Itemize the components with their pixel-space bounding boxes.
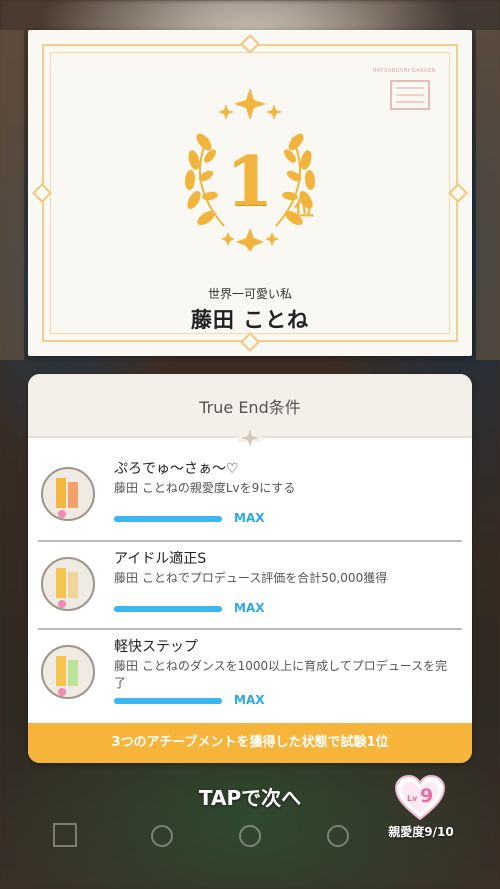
medal-icon [41, 557, 95, 611]
panel-title: True End条件 [199, 398, 301, 417]
achievement-item[interactable]: ぷろでゅ～さぁ～♡ 藤田 ことねの親愛度Lvを9にする MAX [38, 450, 462, 540]
achievement-description: 藤田 ことねのダンスを1000以上に育成してプロデュースを完了 [114, 659, 448, 690]
certificate-subtitle: 世界一可愛い私 [207, 287, 292, 301]
progress-fill [114, 516, 222, 522]
stamp-icon [390, 80, 430, 110]
progress-bar [114, 606, 222, 612]
progress-status: MAX [234, 693, 265, 707]
idol-name: 藤田 ことね [190, 308, 310, 332]
clear-condition-banner: 3つのアチーブメントを獲得した状態で試験1位 [28, 723, 472, 763]
achievement-item[interactable]: 軽快ステップ 藤田 ことねのダンスを1000以上に育成してプロデュースを完了 M… [38, 628, 462, 718]
true-end-conditions-panel: True End条件 ぷろでゅ～さぁ～♡ 藤田 ことねの親愛度Lvを9にする M… [28, 374, 472, 763]
affinity-indicator[interactable]: Lv 9 親愛度9/10 [380, 775, 462, 841]
medal-icon [41, 467, 95, 521]
affinity-lv-prefix: Lv [407, 794, 418, 803]
achievement-title: ぷろでゅ～さぁ～♡ [114, 461, 239, 477]
progress-status: MAX [234, 601, 265, 615]
achievement-description: 藤田 ことねでプロデュース評価を合計50,000獲得 [114, 571, 388, 585]
progress-bar [114, 516, 222, 522]
affinity-level: 9 [420, 785, 434, 807]
progress-status: MAX [234, 511, 265, 525]
achievement-title: 軽快ステップ [114, 639, 198, 655]
stamp-text: HATSUBOSHI GAKUEN [372, 68, 436, 74]
progress-fill [114, 606, 222, 612]
result-certificate: HATSUBOSHI GAKUEN 1 位 世界一可愛い私 藤田 ことね [28, 30, 472, 356]
sparkle-icon [238, 429, 262, 447]
rank-suffix: 位 [294, 196, 314, 220]
affinity-label: 親愛度9/10 [388, 825, 454, 839]
background-shelf [476, 30, 500, 360]
progress-bar [114, 698, 222, 704]
background-shelf [0, 30, 24, 360]
progress-fill [114, 698, 222, 704]
achievement-title: アイドル適正S [114, 551, 207, 567]
rank-number: 1 [226, 142, 274, 222]
achievement-item[interactable]: アイドル適正S 藤田 ことねでプロデュース評価を合計50,000獲得 MAX [38, 540, 462, 630]
achievement-description: 藤田 ことねの親愛度Lvを9にする [114, 481, 296, 495]
medal-icon [41, 645, 95, 699]
